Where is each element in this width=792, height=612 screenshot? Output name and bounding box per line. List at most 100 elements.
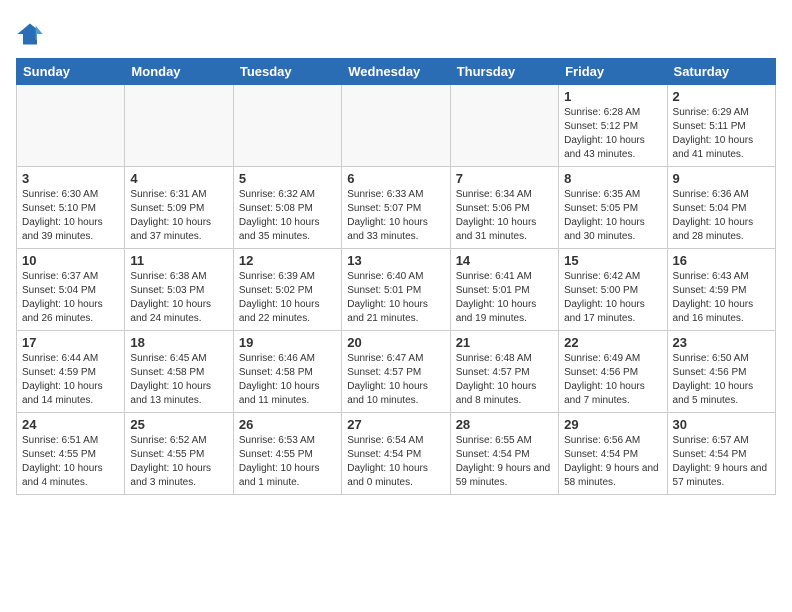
calendar-cell: 19 Sunrise: 6:46 AM Sunset: 4:58 PM Dayli… bbox=[233, 331, 341, 413]
day-info: Sunrise: 6:57 AM Sunset: 4:54 PM Dayligh… bbox=[673, 434, 770, 490]
weekday-header-friday: Friday bbox=[559, 59, 667, 85]
calendar-week-0: 1 Sunrise: 6:28 AM Sunset: 5:12 PM Daylig… bbox=[17, 85, 776, 167]
calendar-cell bbox=[125, 85, 233, 167]
day-info: Sunrise: 6:50 AM Sunset: 4:56 PM Dayligh… bbox=[673, 352, 770, 408]
day-info: Sunrise: 6:48 AM Sunset: 4:57 PM Dayligh… bbox=[456, 352, 553, 408]
day-info: Sunrise: 6:40 AM Sunset: 5:01 PM Dayligh… bbox=[347, 270, 444, 326]
day-number: 11 bbox=[130, 253, 227, 268]
day-number: 19 bbox=[239, 335, 336, 350]
day-number: 26 bbox=[239, 417, 336, 432]
day-number: 20 bbox=[347, 335, 444, 350]
day-info: Sunrise: 6:32 AM Sunset: 5:08 PM Dayligh… bbox=[239, 188, 336, 244]
calendar-cell: 10 Sunrise: 6:37 AM Sunset: 5:04 PM Dayli… bbox=[17, 249, 125, 331]
day-number: 7 bbox=[456, 171, 553, 186]
day-info: Sunrise: 6:55 AM Sunset: 4:54 PM Dayligh… bbox=[456, 434, 553, 490]
day-info: Sunrise: 6:54 AM Sunset: 4:54 PM Dayligh… bbox=[347, 434, 444, 490]
calendar-week-4: 24 Sunrise: 6:51 AM Sunset: 4:55 PM Dayli… bbox=[17, 413, 776, 495]
calendar-cell bbox=[17, 85, 125, 167]
calendar-week-2: 10 Sunrise: 6:37 AM Sunset: 5:04 PM Dayli… bbox=[17, 249, 776, 331]
day-info: Sunrise: 6:49 AM Sunset: 4:56 PM Dayligh… bbox=[564, 352, 661, 408]
calendar-cell: 22 Sunrise: 6:49 AM Sunset: 4:56 PM Dayli… bbox=[559, 331, 667, 413]
day-number: 29 bbox=[564, 417, 661, 432]
calendar-cell: 14Sunrise: 6:41 AM Sunset: 5:01 PM Dayli… bbox=[450, 249, 558, 331]
day-number: 8 bbox=[564, 171, 661, 186]
calendar-cell: 28Sunrise: 6:55 AM Sunset: 4:54 PM Dayli… bbox=[450, 413, 558, 495]
day-number: 12 bbox=[239, 253, 336, 268]
calendar-cell: 23 Sunrise: 6:50 AM Sunset: 4:56 PM Dayli… bbox=[667, 331, 775, 413]
day-info: Sunrise: 6:39 AM Sunset: 5:02 PM Dayligh… bbox=[239, 270, 336, 326]
calendar-cell: 13 Sunrise: 6:40 AM Sunset: 5:01 PM Dayli… bbox=[342, 249, 450, 331]
calendar-cell: 25 Sunrise: 6:52 AM Sunset: 4:55 PM Dayli… bbox=[125, 413, 233, 495]
calendar-cell: 16 Sunrise: 6:43 AM Sunset: 4:59 PM Dayli… bbox=[667, 249, 775, 331]
day-number: 21 bbox=[456, 335, 553, 350]
calendar-cell: 26 Sunrise: 6:53 AM Sunset: 4:55 PM Dayli… bbox=[233, 413, 341, 495]
calendar-cell: 4 Sunrise: 6:31 AM Sunset: 5:09 PM Daylig… bbox=[125, 167, 233, 249]
day-number: 5 bbox=[239, 171, 336, 186]
day-number: 24 bbox=[22, 417, 119, 432]
calendar-cell: 30 Sunrise: 6:57 AM Sunset: 4:54 PM Dayli… bbox=[667, 413, 775, 495]
calendar-week-3: 17Sunrise: 6:44 AM Sunset: 4:59 PM Dayli… bbox=[17, 331, 776, 413]
calendar-cell bbox=[450, 85, 558, 167]
day-info: Sunrise: 6:35 AM Sunset: 5:05 PM Dayligh… bbox=[564, 188, 661, 244]
calendar-cell: 3Sunrise: 6:30 AM Sunset: 5:10 PM Daylig… bbox=[17, 167, 125, 249]
day-number: 6 bbox=[347, 171, 444, 186]
day-info: Sunrise: 6:38 AM Sunset: 5:03 PM Dayligh… bbox=[130, 270, 227, 326]
calendar-cell: 5 Sunrise: 6:32 AM Sunset: 5:08 PM Daylig… bbox=[233, 167, 341, 249]
weekday-header-thursday: Thursday bbox=[450, 59, 558, 85]
logo-icon bbox=[16, 20, 44, 48]
day-info: Sunrise: 6:29 AM Sunset: 5:11 PM Dayligh… bbox=[673, 106, 770, 162]
weekday-header-wednesday: Wednesday bbox=[342, 59, 450, 85]
calendar-cell: 12 Sunrise: 6:39 AM Sunset: 5:02 PM Dayli… bbox=[233, 249, 341, 331]
header bbox=[16, 16, 776, 48]
day-number: 22 bbox=[564, 335, 661, 350]
day-number: 13 bbox=[347, 253, 444, 268]
calendar-cell: 29Sunrise: 6:56 AM Sunset: 4:54 PM Dayli… bbox=[559, 413, 667, 495]
calendar-cell: 8 Sunrise: 6:35 AM Sunset: 5:05 PM Daylig… bbox=[559, 167, 667, 249]
day-number: 30 bbox=[673, 417, 770, 432]
day-number: 1 bbox=[564, 89, 661, 104]
day-info: Sunrise: 6:52 AM Sunset: 4:55 PM Dayligh… bbox=[130, 434, 227, 490]
calendar-cell: 20 Sunrise: 6:47 AM Sunset: 4:57 PM Dayli… bbox=[342, 331, 450, 413]
day-number: 2 bbox=[673, 89, 770, 104]
day-number: 4 bbox=[130, 171, 227, 186]
calendar-cell: 9 Sunrise: 6:36 AM Sunset: 5:04 PM Daylig… bbox=[667, 167, 775, 249]
day-number: 17 bbox=[22, 335, 119, 350]
calendar-cell: 15 Sunrise: 6:42 AM Sunset: 5:00 PM Dayli… bbox=[559, 249, 667, 331]
day-info: Sunrise: 6:51 AM Sunset: 4:55 PM Dayligh… bbox=[22, 434, 119, 490]
day-info: Sunrise: 6:33 AM Sunset: 5:07 PM Dayligh… bbox=[347, 188, 444, 244]
calendar-cell: 24 Sunrise: 6:51 AM Sunset: 4:55 PM Dayli… bbox=[17, 413, 125, 495]
day-number: 27 bbox=[347, 417, 444, 432]
day-info: Sunrise: 6:30 AM Sunset: 5:10 PM Dayligh… bbox=[22, 188, 119, 244]
calendar-cell: 17Sunrise: 6:44 AM Sunset: 4:59 PM Dayli… bbox=[17, 331, 125, 413]
calendar-week-1: 3Sunrise: 6:30 AM Sunset: 5:10 PM Daylig… bbox=[17, 167, 776, 249]
day-info: Sunrise: 6:46 AM Sunset: 4:58 PM Dayligh… bbox=[239, 352, 336, 408]
calendar: SundayMondayTuesdayWednesdayThursdayFrid… bbox=[16, 58, 776, 495]
day-number: 23 bbox=[673, 335, 770, 350]
day-info: Sunrise: 6:28 AM Sunset: 5:12 PM Dayligh… bbox=[564, 106, 661, 162]
day-info: Sunrise: 6:36 AM Sunset: 5:04 PM Dayligh… bbox=[673, 188, 770, 244]
weekday-header-monday: Monday bbox=[125, 59, 233, 85]
day-number: 16 bbox=[673, 253, 770, 268]
day-number: 10 bbox=[22, 253, 119, 268]
day-number: 18 bbox=[130, 335, 227, 350]
day-number: 15 bbox=[564, 253, 661, 268]
day-info: Sunrise: 6:37 AM Sunset: 5:04 PM Dayligh… bbox=[22, 270, 119, 326]
day-number: 25 bbox=[130, 417, 227, 432]
calendar-cell: 1 Sunrise: 6:28 AM Sunset: 5:12 PM Daylig… bbox=[559, 85, 667, 167]
weekday-header-saturday: Saturday bbox=[667, 59, 775, 85]
weekday-header-row: SundayMondayTuesdayWednesdayThursdayFrid… bbox=[17, 59, 776, 85]
day-info: Sunrise: 6:47 AM Sunset: 4:57 PM Dayligh… bbox=[347, 352, 444, 408]
calendar-cell: 18 Sunrise: 6:45 AM Sunset: 4:58 PM Dayli… bbox=[125, 331, 233, 413]
day-info: Sunrise: 6:31 AM Sunset: 5:09 PM Dayligh… bbox=[130, 188, 227, 244]
weekday-header-sunday: Sunday bbox=[17, 59, 125, 85]
day-info: Sunrise: 6:43 AM Sunset: 4:59 PM Dayligh… bbox=[673, 270, 770, 326]
day-number: 9 bbox=[673, 171, 770, 186]
day-info: Sunrise: 6:42 AM Sunset: 5:00 PM Dayligh… bbox=[564, 270, 661, 326]
calendar-cell: 27 Sunrise: 6:54 AM Sunset: 4:54 PM Dayli… bbox=[342, 413, 450, 495]
day-info: Sunrise: 6:34 AM Sunset: 5:06 PM Dayligh… bbox=[456, 188, 553, 244]
logo bbox=[16, 20, 48, 48]
day-info: Sunrise: 6:45 AM Sunset: 4:58 PM Dayligh… bbox=[130, 352, 227, 408]
calendar-cell: 21 Sunrise: 6:48 AM Sunset: 4:57 PM Dayli… bbox=[450, 331, 558, 413]
day-info: Sunrise: 6:53 AM Sunset: 4:55 PM Dayligh… bbox=[239, 434, 336, 490]
calendar-cell: 7 Sunrise: 6:34 AM Sunset: 5:06 PM Daylig… bbox=[450, 167, 558, 249]
